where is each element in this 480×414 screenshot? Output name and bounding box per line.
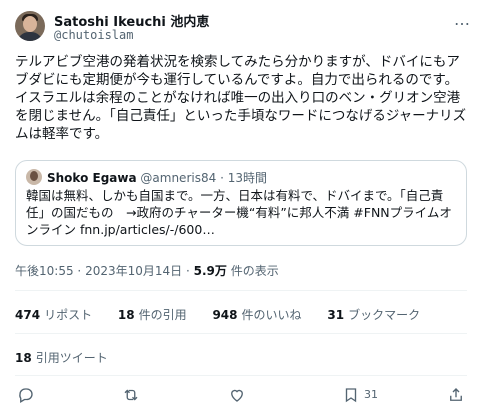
engagement-stats: 474 リポスト 18 件の引用 948 件のいいね 31 ブックマーク <box>15 306 442 323</box>
action-bar: 31 <box>0 384 480 408</box>
quoted-avatar <box>26 169 42 185</box>
post-timestamp: 午後10:55 · 2023年10月14日 · 5.9万 件の表示 <box>15 264 279 278</box>
divider <box>15 333 467 334</box>
like-stat[interactable]: 948 件のいいね <box>212 306 301 323</box>
reply-icon[interactable] <box>17 386 37 406</box>
quoted-handle: @amneris84 <box>140 171 217 185</box>
bookmark-icon[interactable]: 31 <box>342 386 378 406</box>
author-handle[interactable]: @chutoislam <box>54 28 133 42</box>
divider <box>15 375 467 376</box>
post-time[interactable]: 午後10:55 <box>15 264 74 278</box>
quoted-text: 韓国は無料、しかも自国まで。一方、日本は有料で、ドバイまで。「自己責任」の国だも… <box>26 188 452 237</box>
retweet-icon[interactable] <box>122 386 142 406</box>
quote-tweets-link[interactable]: 18 引用ツイート <box>15 349 108 366</box>
bookmark-count: 31 <box>364 388 378 401</box>
share-icon[interactable] <box>447 386 467 406</box>
quoted-name: Shoko Egawa <box>47 171 137 185</box>
post-text: テルアビブ空港の発着状況を検索してみたら分かりますが、ドバイにもアブダビにも定期… <box>15 54 467 142</box>
quoted-post[interactable]: Shoko Egawa @amneris84 · 13時間 韓国は無料、しかも自… <box>15 160 467 246</box>
view-label: 件の表示 <box>230 264 279 278</box>
quoted-time: 13時間 <box>227 171 267 185</box>
bookmark-stat[interactable]: 31 ブックマーク <box>327 306 420 323</box>
like-icon[interactable] <box>228 386 248 406</box>
quoted-header: Shoko Egawa @amneris84 · 13時間 <box>47 171 267 185</box>
view-count: 5.9万 <box>193 264 227 278</box>
retweet-stat[interactable]: 474 リポスト <box>15 306 92 323</box>
avatar[interactable] <box>15 11 45 41</box>
quote-stat[interactable]: 18 件の引用 <box>118 306 187 323</box>
more-icon[interactable]: … <box>452 12 472 32</box>
post-date[interactable]: 2023年10月14日 <box>85 264 182 278</box>
divider <box>15 290 467 291</box>
